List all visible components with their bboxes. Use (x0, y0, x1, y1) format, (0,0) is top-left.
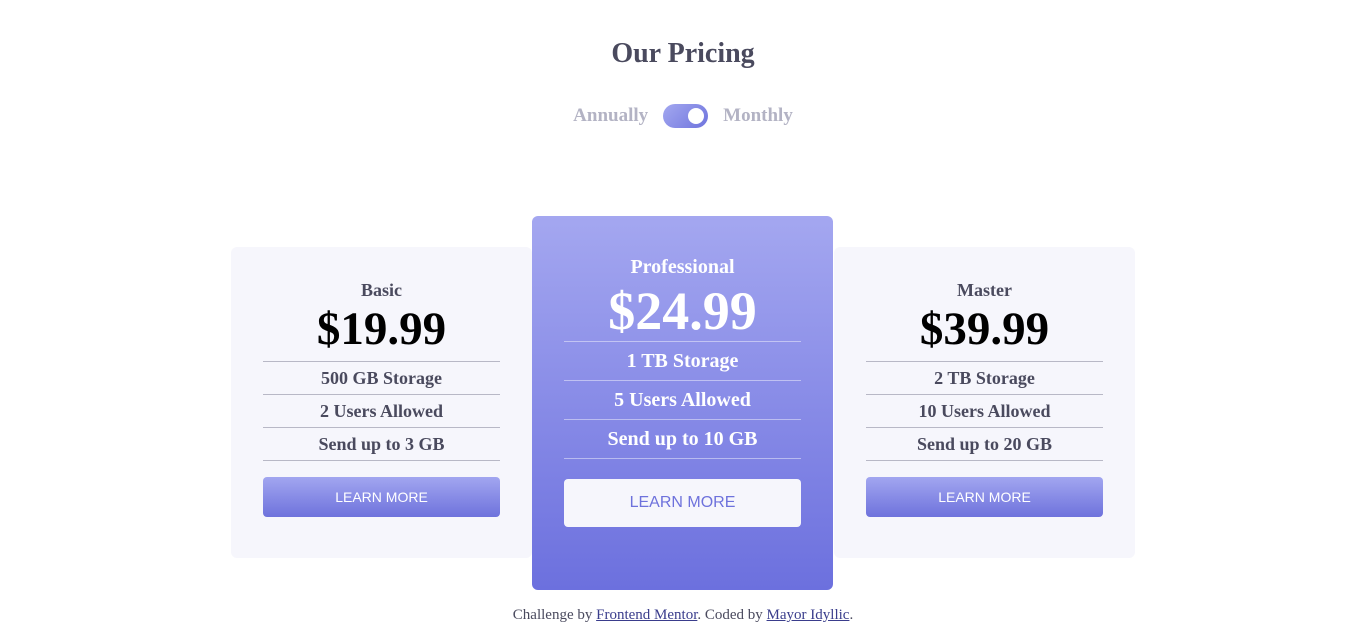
plan-name: Master (957, 280, 1012, 300)
learn-more-button-master[interactable]: LEARN MORE (866, 477, 1103, 517)
footer-middle: . Coded by (697, 607, 767, 623)
feature-item: 2 TB Storage (866, 362, 1103, 395)
attribution-footer: Challenge by Frontend Mentor. Coded by M… (0, 607, 1366, 624)
learn-more-button-basic[interactable]: LEARN MORE (263, 477, 500, 517)
feature-item: 10 Users Allowed (866, 395, 1103, 428)
footer-suffix: . (849, 607, 854, 623)
feature-item: 2 Users Allowed (263, 395, 500, 428)
plan-price: $24.99 (608, 281, 757, 341)
feature-item: 5 Users Allowed (564, 381, 801, 420)
toggle-knob (688, 108, 705, 124)
plan-name: Professional (630, 256, 735, 278)
billing-toggle-switch[interactable] (663, 104, 709, 128)
plan-name: Basic (360, 280, 402, 300)
page-title: Our Pricing (611, 38, 755, 69)
plan-card-basic: Basic $19.99 500 GB Storage 2 Users Allo… (231, 247, 532, 558)
feature-item: Send up to 20 GB (866, 428, 1103, 461)
footer-prefix: Challenge by (512, 607, 597, 623)
feature-list: 500 GB Storage 2 Users Allowed Send up t… (263, 361, 500, 461)
feature-item: 500 GB Storage (263, 362, 500, 395)
learn-more-button-professional[interactable]: LEARN MORE (564, 479, 801, 527)
annually-label: Annually (573, 105, 649, 126)
feature-item: Send up to 3 GB (263, 428, 500, 461)
feature-item: 1 TB Storage (564, 342, 801, 381)
monthly-label: Monthly (723, 105, 793, 126)
plan-price: $39.99 (919, 303, 1050, 355)
author-link[interactable]: Mayor Idyllic (767, 607, 850, 623)
feature-list: 2 TB Storage 10 Users Allowed Send up to… (866, 361, 1103, 461)
plan-card-professional: Professional $24.99 1 TB Storage 5 Users… (532, 216, 833, 590)
frontend-mentor-link[interactable]: Frontend Mentor (596, 607, 697, 623)
plan-price: $19.99 (316, 303, 447, 355)
feature-item: Send up to 10 GB (564, 420, 801, 459)
feature-list: 1 TB Storage 5 Users Allowed Send up to … (564, 341, 801, 459)
plan-card-master: Master $39.99 2 TB Storage 10 Users Allo… (834, 247, 1135, 558)
billing-toggle-row: Annually Monthly (0, 103, 1366, 129)
